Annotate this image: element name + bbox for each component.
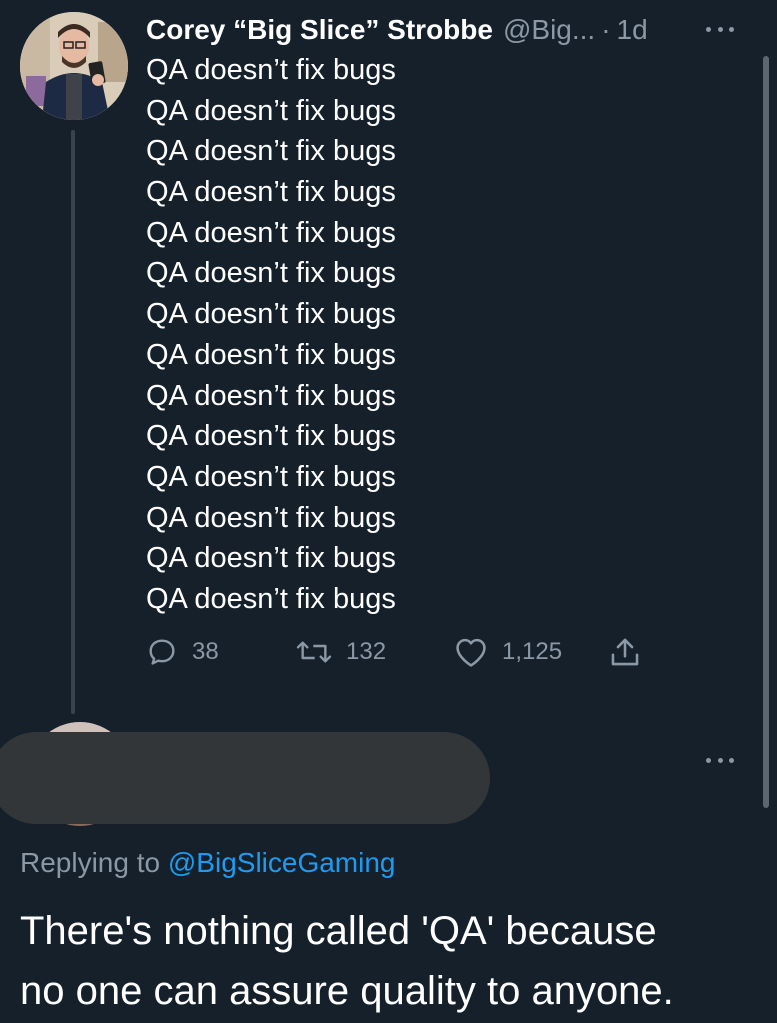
reply-text: There's nothing called 'QA' because no on… — [20, 901, 760, 1021]
tweet-header: Corey “Big Slice” Strobbe @Big... · 1d — [146, 12, 648, 48]
author-avatar[interactable] — [20, 12, 128, 120]
header-separator: · — [601, 14, 611, 45]
share-icon — [608, 635, 642, 669]
replying-to-prefix: Replying to — [20, 847, 168, 878]
tweet-text-line: QA doesn’t fix bugs — [146, 379, 396, 412]
more-horizontal-icon[interactable] — [706, 19, 734, 39]
retweet-count: 132 — [346, 638, 387, 665]
share-button[interactable] — [608, 634, 642, 670]
tweet-text-line: QA doesn’t fix bugs — [146, 257, 396, 290]
redacted-author-block — [0, 732, 490, 824]
thread-connector-line — [71, 130, 75, 714]
tweet-text-line: QA doesn’t fix bugs — [146, 501, 396, 534]
reply-icon — [146, 636, 178, 668]
tweet-text-line: QA doesn’t fix bugs — [146, 338, 396, 371]
tweet-text-line: QA doesn’t fix bugs — [146, 298, 396, 331]
timeline: Corey “Big Slice” Strobbe @Big... · 1d Q… — [0, 0, 777, 1023]
tweet-text-line: QA doesn’t fix bugs — [146, 176, 396, 209]
more-horizontal-icon[interactable] — [706, 750, 734, 770]
reply-text-line: There's nothing called 'QA' because — [20, 909, 657, 953]
tweet-text-line: QA doesn’t fix bugs — [146, 94, 396, 127]
author-handle[interactable]: @Big... — [503, 12, 595, 48]
tweet-timestamp[interactable]: 1d — [617, 12, 648, 48]
author-display-name[interactable]: Corey “Big Slice” Strobbe — [146, 12, 493, 48]
reply-text-line: no one can assure quality to anyone. — [20, 969, 674, 1013]
tweet-text-line: QA doesn’t fix bugs — [146, 135, 396, 168]
tweet-text-line: QA doesn’t fix bugs — [146, 542, 396, 575]
reply-count: 38 — [192, 638, 219, 665]
tweet-text-line: QA doesn’t fix bugs — [146, 54, 396, 86]
retweet-button[interactable]: 132 — [296, 634, 386, 670]
like-count: 1,125 — [502, 638, 563, 665]
tweet-text-line: QA doesn’t fix bugs — [146, 460, 396, 493]
replying-to-line: Replying to @BigSliceGaming — [20, 845, 396, 881]
reply-button[interactable]: 38 — [146, 634, 219, 670]
tweet-text-line: QA doesn’t fix bugs — [146, 420, 396, 453]
retweet-icon — [296, 636, 332, 668]
replying-to-handle-link[interactable]: @BigSliceGaming — [168, 847, 396, 878]
scrollbar[interactable] — [763, 56, 769, 808]
heart-icon — [454, 636, 488, 668]
tweet-action-bar: 38 132 1,125 — [146, 634, 666, 670]
tweet-text-line: QA doesn’t fix bugs — [146, 582, 396, 615]
tweet-text-line: QA doesn’t fix bugs — [146, 216, 396, 249]
tweet-text: QA doesn’t fix bugs QA doesn’t fix bugs QA… — [146, 50, 706, 620]
like-button[interactable]: 1,125 — [454, 634, 562, 670]
